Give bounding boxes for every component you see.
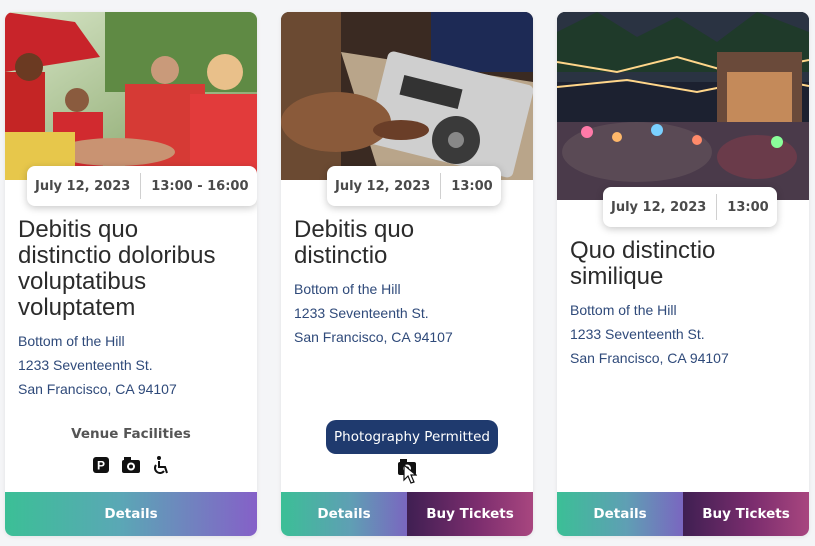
event-address: Bottom of the Hill 1233 Seventeenth St. … [294, 277, 453, 349]
event-date: July 12, 2023 [611, 199, 707, 215]
details-button[interactable]: Details [5, 492, 257, 536]
divider [716, 194, 718, 220]
event-title-line: Debitis quo [18, 216, 139, 243]
photography-tooltip: Photography Permitted [326, 420, 498, 454]
card-actions: Details [5, 492, 257, 536]
venue-name: Bottom of the Hill [294, 281, 401, 297]
venue-name: Bottom of the Hill [18, 333, 125, 349]
event-date-time: July 12, 2023 13:00 [603, 187, 777, 227]
street-address: 1233 Seventeenth St. [570, 326, 705, 342]
event-title-line: voluptatem [18, 294, 136, 321]
event-card: July 12, 2023 13:00 Quo distinctio simil… [557, 12, 809, 536]
event-address: Bottom of the Hill 1233 Seventeenth St. … [18, 329, 177, 401]
city-state-zip: San Francisco, CA 94107 [18, 381, 177, 397]
event-date-time: July 12, 2023 13:00 [327, 166, 501, 206]
event-time: 13:00 - 16:00 [151, 178, 249, 194]
event-title-line: similique [570, 263, 664, 290]
event-title: Quo distinctio similique [570, 238, 801, 290]
event-image [5, 12, 257, 180]
event-address: Bottom of the Hill 1233 Seventeenth St. … [570, 298, 729, 370]
event-title-line: distinctio doloribus [18, 242, 216, 269]
venue-name: Bottom of the Hill [570, 302, 677, 318]
event-date-time: July 12, 2023 13:00 - 16:00 [27, 166, 257, 206]
event-title-line: distinctio [294, 242, 388, 269]
event-image [557, 12, 809, 200]
parking-icon[interactable]: P [91, 455, 111, 475]
city-state-zip: San Francisco, CA 94107 [570, 350, 729, 366]
event-time: 13:00 [451, 178, 493, 194]
event-title-line: Quo distinctio [570, 237, 716, 264]
event-title: Debitis quo distinctio doloribus volupta… [18, 217, 249, 321]
details-button[interactable]: Details [557, 492, 683, 536]
event-time: 13:00 [727, 199, 769, 215]
venue-facilities-label: Venue Facilities [71, 426, 191, 442]
buy-tickets-button[interactable]: Buy Tickets [683, 492, 809, 536]
buy-tickets-button[interactable]: Buy Tickets [407, 492, 533, 536]
facility-icons: P [5, 455, 257, 475]
divider [140, 173, 142, 199]
event-card: July 12, 2023 13:00 - 16:00 Debitis quo … [5, 12, 257, 536]
svg-text:P: P [97, 459, 105, 473]
camera-icon[interactable] [121, 455, 141, 475]
event-title: Debitis quo distinctio [294, 217, 525, 269]
card-actions: Details Buy Tickets [557, 492, 809, 536]
event-title-line: Debitis quo [294, 216, 415, 243]
mouse-cursor-icon [403, 463, 418, 489]
divider [440, 173, 442, 199]
city-state-zip: San Francisco, CA 94107 [294, 329, 453, 345]
event-title-line: voluptatibus [18, 268, 147, 295]
details-button[interactable]: Details [281, 492, 407, 536]
street-address: 1233 Seventeenth St. [18, 357, 153, 373]
card-actions: Details Buy Tickets [281, 492, 533, 536]
event-image [281, 12, 533, 180]
event-date: July 12, 2023 [35, 178, 131, 194]
event-date: July 12, 2023 [335, 178, 431, 194]
wheelchair-icon[interactable] [151, 455, 171, 475]
street-address: 1233 Seventeenth St. [294, 305, 429, 321]
event-card: July 12, 2023 13:00 Debitis quo distinct… [281, 12, 533, 536]
